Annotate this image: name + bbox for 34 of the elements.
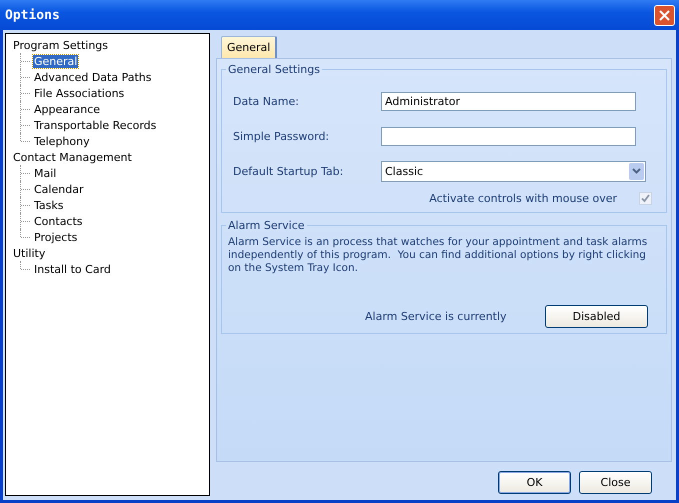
tree-item[interactable]: General — [33, 54, 78, 68]
tree-item[interactable]: Mail — [33, 166, 58, 180]
tree-item[interactable]: Program Settings — [12, 38, 110, 52]
group-title: General Settings — [227, 63, 321, 76]
tree-item[interactable]: Advanced Data Paths — [33, 70, 152, 84]
tab[interactable]: General — [221, 36, 278, 58]
dropdown[interactable]: Classic — [381, 160, 646, 182]
tree-item[interactable]: Contacts — [33, 214, 84, 228]
checkbox-label: Activate controls with mouse over — [429, 192, 617, 205]
input-field[interactable]: Administrator — [381, 92, 636, 110]
tree-item[interactable]: File Associations — [33, 86, 126, 100]
status-button[interactable]: Disabled — [545, 305, 648, 328]
status-label: Alarm Service is currently — [365, 310, 508, 323]
dialog-button[interactable]: Close — [579, 471, 652, 494]
tree-item[interactable]: Contact Management — [12, 150, 133, 164]
tree-item[interactable]: Appearance — [33, 102, 102, 116]
tree-item[interactable]: Projects — [33, 230, 78, 244]
checkbox[interactable] — [639, 192, 652, 205]
close-icon — [659, 10, 670, 20]
field-label: Default Startup Tab: — [232, 164, 344, 178]
tree-item[interactable]: Install to Card — [33, 262, 112, 276]
tree-item[interactable]: Telephony — [33, 134, 91, 148]
field-label: Data Name: — [232, 94, 300, 108]
group-title: Alarm Service — [227, 219, 306, 232]
close-button[interactable] — [654, 4, 675, 26]
tree-item[interactable]: Calendar — [33, 182, 84, 196]
tree-item[interactable]: Transportable Records — [33, 118, 158, 132]
dialog-button[interactable]: OK — [498, 471, 571, 494]
input-field[interactable] — [381, 126, 636, 146]
window-title: Options — [5, 8, 60, 22]
tree-item[interactable]: Tasks — [33, 198, 64, 212]
field-label: Simple Password: — [232, 130, 330, 142]
description-text: Alarm Service is an process that watches for your appointment and task alarms independently of this program. You can find additional options by right clicking on the System Tray Icon. — [228, 236, 648, 275]
tree-item[interactable]: Utility — [12, 246, 46, 260]
